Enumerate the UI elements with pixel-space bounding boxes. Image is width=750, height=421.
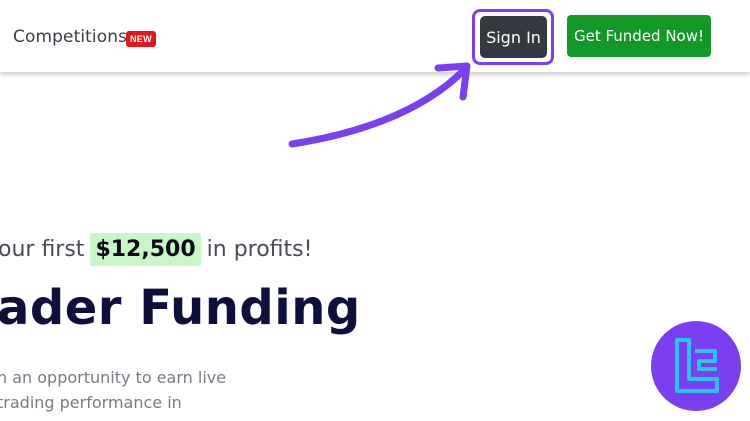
hero-subtitle-after: in profits!: [206, 237, 313, 262]
new-badge: NEW: [126, 31, 156, 47]
hero-subtitle: our first $12,500 in profits!: [0, 233, 312, 266]
tc-logo-icon: [651, 321, 741, 411]
page: Competitions NEW Sign In Get Funded Now!…: [0, 0, 750, 421]
sign-in-button[interactable]: Sign In: [480, 16, 547, 58]
hero-title: ader Funding: [0, 280, 361, 336]
nav-link-competitions[interactable]: Competitions: [13, 27, 127, 47]
hero-description-line: trading performance in: [0, 393, 182, 412]
arrow-annotation-icon: [288, 62, 471, 148]
hero-profit-amount: $12,500: [90, 233, 201, 266]
hero-description-line: n an opportunity to earn live: [0, 368, 227, 387]
get-funded-now-button[interactable]: Get Funded Now!: [567, 15, 711, 57]
hero-description: n an opportunity to earn live trading pe…: [0, 365, 226, 415]
hero-subtitle-before: our first: [0, 237, 85, 262]
